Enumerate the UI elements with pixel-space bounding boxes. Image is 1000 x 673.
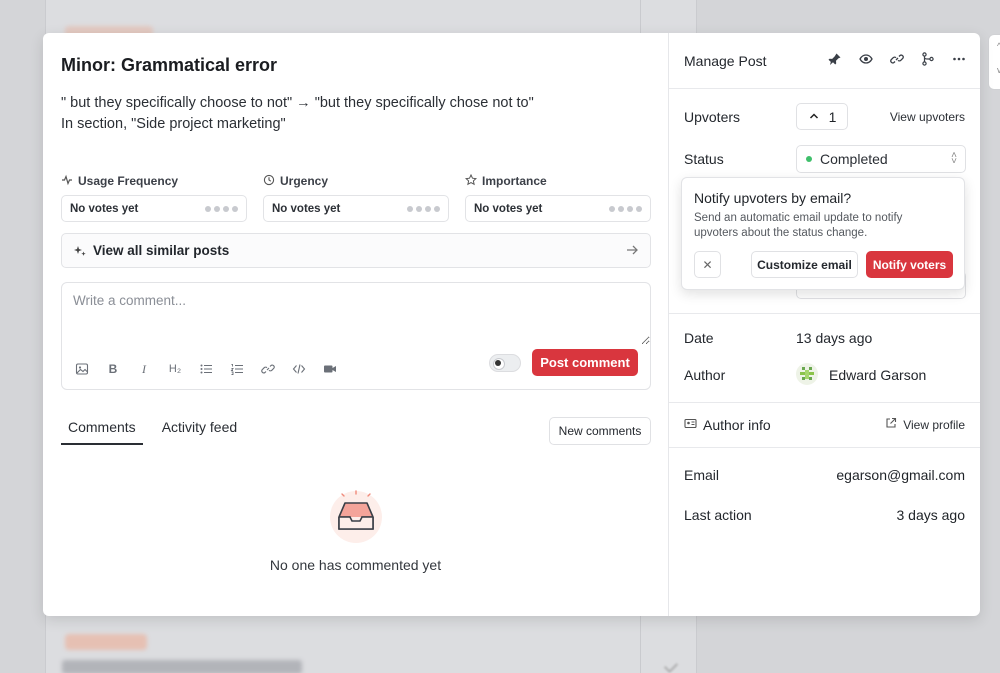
empty-comments-text: No one has commented yet xyxy=(269,557,442,573)
image-icon[interactable] xyxy=(74,361,90,377)
metric-importance: Importance No votes yet xyxy=(464,173,651,222)
metric-label: Importance xyxy=(482,174,547,188)
sparkle-icon xyxy=(73,244,87,258)
comment-toolbar: B I H₂ xyxy=(74,361,338,377)
view-upvoters-link[interactable]: View upvoters xyxy=(890,110,965,124)
email-label: Email xyxy=(684,467,720,483)
customize-email-button[interactable]: Customize email xyxy=(751,251,858,278)
author-name[interactable]: Edward Garson xyxy=(829,367,926,383)
link-icon[interactable] xyxy=(889,51,904,66)
similar-label: View all similar posts xyxy=(93,243,230,258)
notify-popover: Notify upvoters by email? Send an automa… xyxy=(681,177,965,290)
post-body: " but they specifically choose to not" →… xyxy=(61,93,651,135)
tab-comments[interactable]: Comments xyxy=(61,413,143,445)
status-label: Status xyxy=(684,151,724,167)
italic-icon[interactable]: I xyxy=(136,361,152,377)
comment-input[interactable] xyxy=(62,283,650,345)
sidebar-title: Manage Post xyxy=(684,53,767,69)
view-profile-label: View profile xyxy=(903,417,965,432)
close-popover-button[interactable]: ✕ xyxy=(694,251,721,278)
internal-comment-toggle[interactable] xyxy=(489,354,521,372)
eye-icon xyxy=(495,360,501,366)
code-icon[interactable] xyxy=(291,361,307,377)
metric-urgency: Urgency No votes yet xyxy=(263,173,449,222)
upvoters-label: Upvoters xyxy=(684,109,741,125)
post-main-panel: Minor: Grammatical error " but they spec… xyxy=(43,33,668,616)
new-comments-button[interactable]: New comments xyxy=(549,417,651,445)
clock-icon xyxy=(263,174,275,189)
view-profile-link[interactable]: View profile xyxy=(885,417,965,432)
upvote-count: 1 xyxy=(828,108,837,125)
status-dot xyxy=(806,156,812,162)
pin-icon[interactable] xyxy=(827,51,842,66)
id-card-icon xyxy=(684,417,697,433)
background-side-controls: ^ v xyxy=(988,34,1000,90)
status-value: Completed xyxy=(820,151,888,167)
post-comment-button[interactable]: Post comment xyxy=(532,349,638,376)
bold-icon[interactable]: B xyxy=(105,361,121,377)
view-similar-posts-button[interactable]: View all similar posts xyxy=(61,233,651,268)
email-value: egarson@gmail.com xyxy=(836,467,965,483)
divider xyxy=(669,447,980,448)
popover-title: Notify upvoters by email? xyxy=(694,190,852,206)
post-body-line: " but they specifically choose to not" →… xyxy=(61,95,534,111)
chevron-updown-icon: ˄ ˅ xyxy=(951,150,957,167)
comment-composer: B I H₂ Post comment xyxy=(61,282,651,390)
metric-vote-box[interactable]: No votes yet xyxy=(465,195,651,222)
sidebar-actions xyxy=(827,51,966,66)
metric-usage-frequency: Usage Frequency No votes yet xyxy=(61,173,247,222)
status-select[interactable]: Completed ˄ ˅ xyxy=(796,145,966,173)
metric-vote-box[interactable]: No votes yet xyxy=(263,195,449,222)
notify-voters-button[interactable]: Notify voters xyxy=(866,251,953,278)
divider xyxy=(669,402,980,403)
external-link-icon xyxy=(885,417,897,432)
merge-icon[interactable] xyxy=(920,51,935,66)
last-action-label: Last action xyxy=(684,507,752,523)
eye-icon[interactable] xyxy=(858,51,873,66)
background-post-title xyxy=(62,660,302,673)
background-tag xyxy=(65,634,147,650)
bullet-list-icon[interactable] xyxy=(198,361,214,377)
close-icon: ✕ xyxy=(702,257,713,272)
author-info-label: Author info xyxy=(703,417,771,433)
activity-icon xyxy=(61,174,73,189)
divider xyxy=(669,88,980,89)
divider xyxy=(669,313,980,314)
metric-value: No votes yet xyxy=(70,202,139,215)
metric-value: No votes yet xyxy=(272,202,341,215)
metric-vote-box[interactable]: No votes yet xyxy=(61,195,247,222)
video-icon[interactable] xyxy=(322,361,338,377)
metric-label: Urgency xyxy=(280,174,329,188)
date-label: Date xyxy=(684,330,714,346)
metric-value: No votes yet xyxy=(474,202,543,215)
last-action-value: 3 days ago xyxy=(896,507,966,523)
popover-description: Send an automatic email update to notify… xyxy=(694,212,903,239)
post-modal: Minor: Grammatical error " but they spec… xyxy=(43,33,980,616)
rating-dots[interactable] xyxy=(609,205,642,212)
numbered-list-icon[interactable] xyxy=(229,361,245,377)
star-icon xyxy=(464,173,478,189)
more-icon[interactable] xyxy=(951,51,966,66)
heading-icon[interactable]: H₂ xyxy=(167,361,183,377)
rating-dots[interactable] xyxy=(205,205,238,212)
manage-post-sidebar: Manage Post Upvoters 1 View upvoters Sta… xyxy=(668,33,980,616)
avatar[interactable] xyxy=(796,363,818,385)
metric-label: Usage Frequency xyxy=(78,174,179,188)
chevron-up-icon xyxy=(808,109,820,125)
post-title: Minor: Grammatical error xyxy=(61,55,278,75)
empty-inbox-illustration xyxy=(330,490,382,543)
upvote-button[interactable]: 1 xyxy=(796,103,848,130)
post-body-line: In section, "Side project marketing" xyxy=(61,116,286,132)
author-label: Author xyxy=(684,367,726,383)
arrow-right-icon xyxy=(625,243,639,257)
author-info-header: Author info xyxy=(684,417,771,433)
rating-dots[interactable] xyxy=(407,205,440,212)
link-icon[interactable] xyxy=(260,361,276,377)
tab-activity-feed[interactable]: Activity feed xyxy=(155,413,244,445)
date-value: 13 days ago xyxy=(796,330,873,346)
comment-tabs: Comments Activity feed xyxy=(61,413,256,445)
